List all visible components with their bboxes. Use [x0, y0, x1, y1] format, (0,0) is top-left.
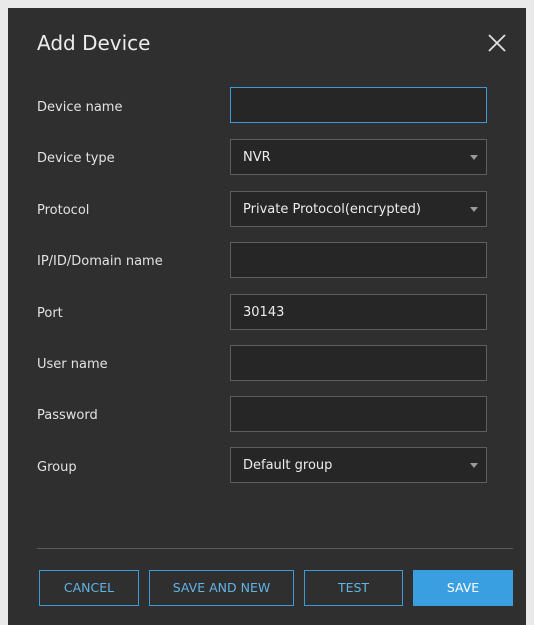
group-select[interactable]: Default group	[230, 447, 487, 483]
username-label: User name	[37, 357, 108, 372]
device-name-label: Device name	[37, 100, 123, 115]
dialog-title: Add Device	[37, 31, 151, 55]
password-label: Password	[37, 408, 98, 423]
device-name-input[interactable]	[230, 87, 487, 123]
cancel-button[interactable]: CANCEL	[39, 570, 139, 606]
chevron-down-icon	[470, 155, 478, 160]
save-and-new-button[interactable]: SAVE AND NEW	[149, 570, 294, 606]
protocol-select[interactable]: Private Protocol(encrypted)	[230, 191, 487, 227]
add-device-dialog: Add Device Device name Device type NVR P…	[8, 8, 526, 625]
group-label: Group	[37, 460, 77, 475]
chevron-down-icon	[470, 207, 478, 212]
ip-input[interactable]	[230, 242, 487, 278]
username-input[interactable]	[230, 345, 487, 381]
protocol-label: Protocol	[37, 203, 90, 218]
close-icon[interactable]	[486, 32, 508, 54]
device-type-label: Device type	[37, 151, 115, 166]
group-value: Default group	[243, 458, 333, 473]
ip-label: IP/ID/Domain name	[37, 254, 163, 269]
port-input[interactable]	[230, 294, 487, 330]
footer-divider	[37, 548, 513, 549]
device-type-value: NVR	[243, 150, 271, 165]
test-button[interactable]: TEST	[304, 570, 403, 606]
port-label: Port	[37, 306, 63, 321]
password-input[interactable]	[230, 396, 487, 432]
chevron-down-icon	[470, 463, 478, 468]
protocol-value: Private Protocol(encrypted)	[243, 202, 422, 217]
device-type-select[interactable]: NVR	[230, 139, 487, 175]
save-button[interactable]: SAVE	[413, 570, 513, 606]
